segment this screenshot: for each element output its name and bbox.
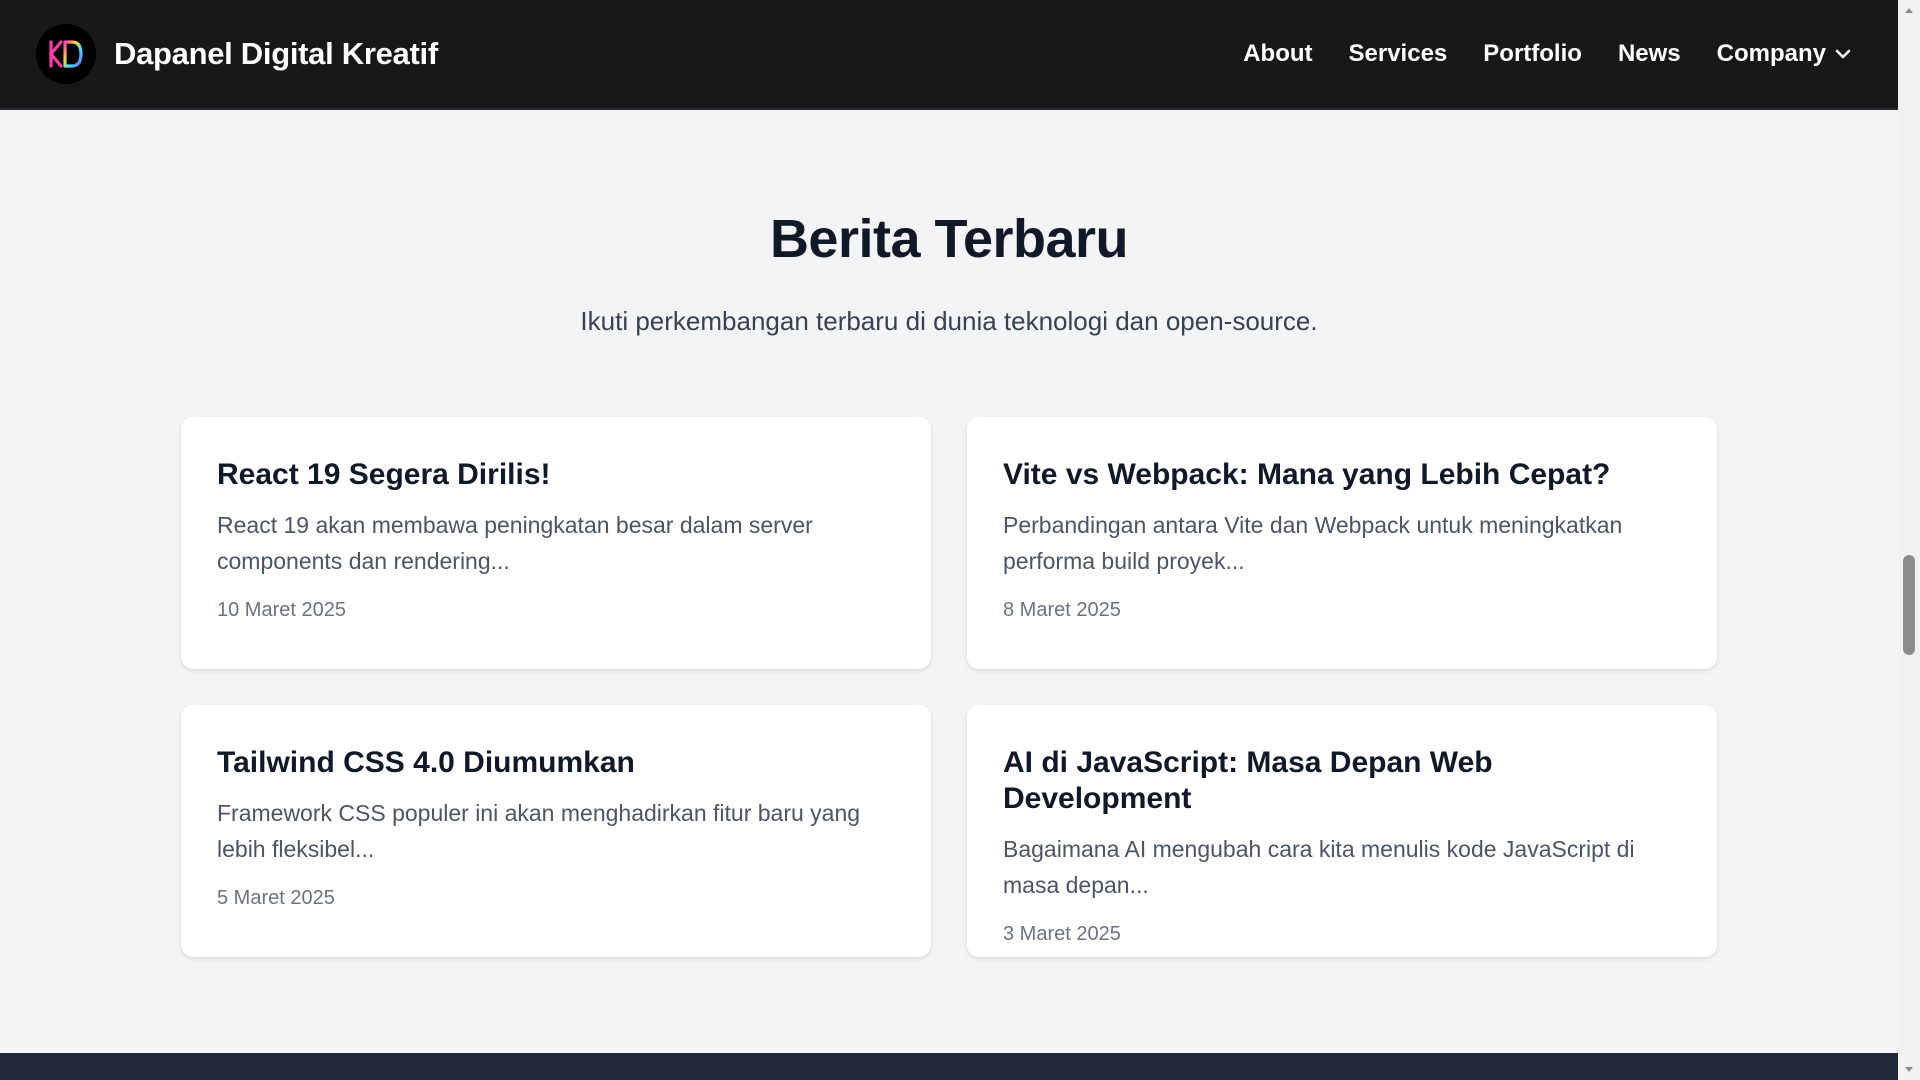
news-card-title[interactable]: Vite vs Webpack: Mana yang Lebih Cepat? (1003, 457, 1681, 493)
nav-link-portfolio[interactable]: Portfolio (1483, 40, 1582, 68)
vertical-scrollbar[interactable] (1898, 0, 1920, 1080)
news-card-excerpt: Bagaimana AI mengubah cara kita menulis … (1003, 836, 1635, 898)
kd-logo-icon[interactable] (36, 24, 96, 84)
news-card-date: 5 Maret 2025 (217, 887, 335, 909)
news-card[interactable]: AI di JavaScript: Masa Depan Web Develop… (967, 705, 1717, 957)
scrollbar-thumb[interactable] (1903, 555, 1915, 655)
brand[interactable]: Dapanel Digital Kreatif (36, 24, 438, 84)
news-card-title[interactable]: Tailwind CSS 4.0 Diumumkan (217, 745, 895, 781)
chevron-down-icon[interactable] (1834, 45, 1852, 63)
news-card-date: 8 Maret 2025 (1003, 599, 1121, 621)
news-section: Berita Terbaru Ikuti perkembangan terbar… (0, 110, 1898, 337)
brand-name[interactable]: Dapanel Digital Kreatif (114, 36, 438, 72)
news-card-date: 3 Maret 2025 (1003, 923, 1121, 945)
nav-link-about[interactable]: About (1243, 40, 1312, 68)
nav-link-services[interactable]: Services (1349, 40, 1448, 68)
company-dropdown-label[interactable]: Company (1717, 40, 1826, 68)
navbar: Dapanel Digital Kreatif About Services P… (0, 0, 1898, 110)
page: Dapanel Digital Kreatif About Services P… (0, 0, 1920, 1080)
news-card[interactable]: React 19 Segera Dirilis! React 19 akan m… (181, 417, 931, 669)
news-card-excerpt: Framework CSS populer ini akan menghadir… (217, 800, 861, 862)
footer (0, 1053, 1898, 1080)
news-grid: React 19 Segera Dirilis! React 19 akan m… (181, 417, 1717, 957)
scroll-down-arrow-icon[interactable] (1898, 1060, 1920, 1080)
news-card-title[interactable]: React 19 Segera Dirilis! (217, 457, 895, 493)
viewport: Dapanel Digital Kreatif About Services P… (0, 0, 1898, 1080)
section-title: Berita Terbaru (769, 209, 1129, 269)
company-dropdown[interactable]: Company (1717, 40, 1852, 68)
scroll-up-arrow-icon[interactable] (1898, 0, 1920, 20)
section-subtitle: Ikuti perkembangan terbaru di dunia tekn… (580, 306, 1318, 336)
news-card-excerpt: Perbandingan antara Vite dan Webpack unt… (1003, 512, 1623, 574)
nav-link-news[interactable]: News (1618, 40, 1681, 68)
news-card-date: 10 Maret 2025 (217, 599, 346, 621)
news-card[interactable]: Tailwind CSS 4.0 Diumumkan Framework CSS… (181, 705, 931, 957)
news-card-excerpt: React 19 akan membawa peningkatan besar … (217, 512, 813, 574)
news-card-title[interactable]: AI di JavaScript: Masa Depan Web Develop… (1003, 745, 1681, 817)
main-nav: About Services Portfolio News Company (1243, 40, 1862, 68)
news-card[interactable]: Vite vs Webpack: Mana yang Lebih Cepat? … (967, 417, 1717, 669)
